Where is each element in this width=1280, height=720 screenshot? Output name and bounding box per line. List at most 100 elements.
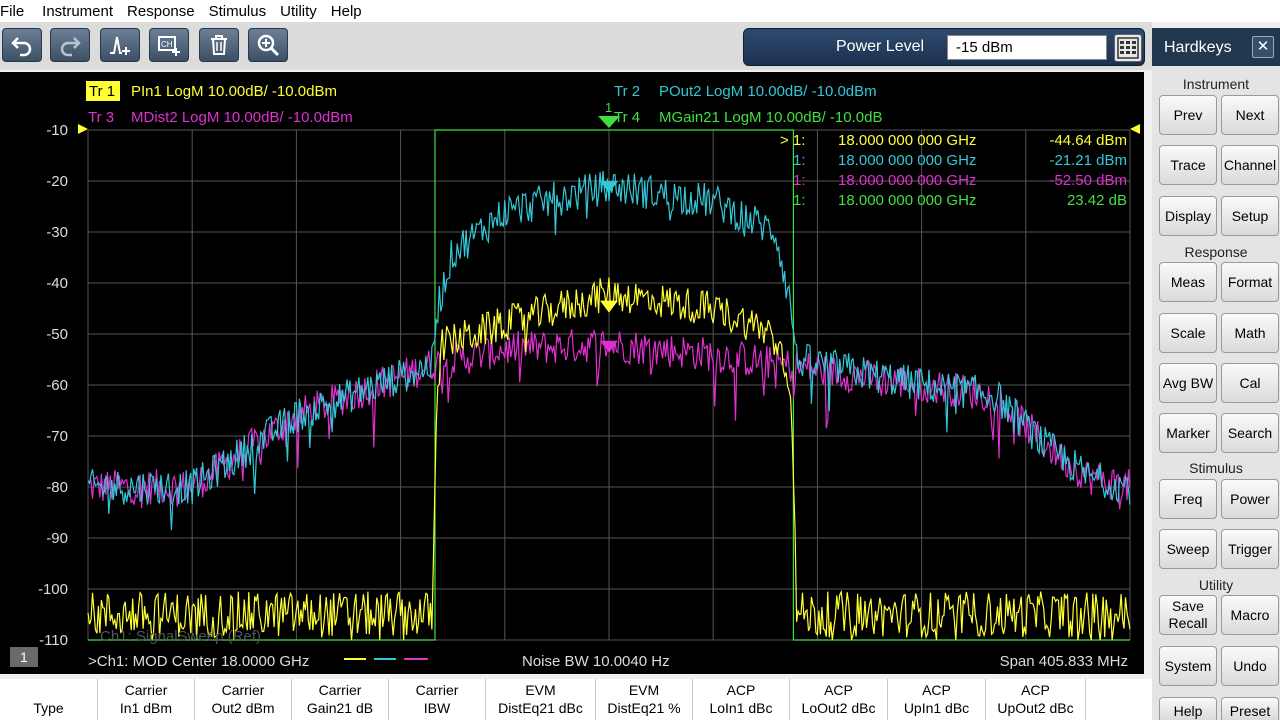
display-button[interactable]: Display [1159, 196, 1217, 236]
column-header-line1: ACP [1021, 682, 1050, 698]
hardkeys-header: Hardkeys ✕ [1152, 28, 1280, 66]
save-recall-button[interactable]: Save Recall [1159, 595, 1217, 635]
power-level-input[interactable]: -15 dBm [947, 35, 1107, 60]
status-center[interactable]: >Ch1: MOD Center 18.0000 GHz [88, 653, 309, 670]
tr2-label[interactable]: POut2 LogM 10.00dB/ -10.0dBm [659, 83, 877, 100]
table-column-header[interactable]: ACP UpIn1 dBc [888, 679, 986, 720]
scale-button[interactable]: Scale [1159, 313, 1217, 353]
svg-text:CH: CH [161, 40, 173, 49]
tr2-id[interactable]: Tr 2 [614, 83, 640, 100]
marker-readout-2-id: 1: [793, 152, 806, 169]
section-stimulus: Stimulus [1189, 460, 1243, 476]
menu-help[interactable]: Help [331, 3, 368, 20]
menu-response[interactable]: Response [127, 3, 201, 20]
freq-button[interactable]: Freq [1159, 479, 1217, 519]
table-column-header[interactable]: ACP LoOut2 dBc [790, 679, 888, 720]
redo-icon [60, 37, 81, 57]
channel-badge-label: 1 [20, 649, 28, 665]
table-column-header[interactable]: Carrier Gain21 dB [292, 679, 389, 720]
marker-button[interactable]: Marker [1159, 413, 1217, 453]
column-header-line1 [0, 681, 97, 699]
marker-readout-4-value: 23.42 dB [1067, 192, 1127, 209]
undo-icon [11, 37, 32, 57]
channel-button[interactable]: Channel [1221, 145, 1279, 185]
close-icon[interactable]: ✕ [1252, 36, 1274, 58]
hardkeys-title: Hardkeys [1164, 39, 1232, 56]
column-header-line1: Carrier [415, 682, 459, 698]
cal-button[interactable]: Cal [1221, 363, 1279, 403]
channel-add-button[interactable]: CH [149, 28, 189, 62]
menu-file[interactable]: File [0, 3, 30, 20]
zoom-button[interactable] [248, 28, 288, 62]
avg-bw-button[interactable]: Avg BW [1159, 363, 1217, 403]
y-tick-label: -50 [46, 326, 68, 343]
save-recall-label-2: Recall [1168, 615, 1208, 631]
table-column-header[interactable]: ACP UpOut2 dBc [986, 679, 1086, 720]
table-column-header[interactable]: Type [0, 679, 98, 720]
column-header-line1: ACP [726, 682, 756, 698]
macro-button[interactable]: Macro [1221, 595, 1279, 635]
tr4-label[interactable]: MGain21 LogM 10.00dB/ -10.0dB [659, 109, 882, 126]
power-level-label: Power Level [836, 38, 925, 55]
trace-plot[interactable]: -10 -20 -30 -40 -50 -60 -70 -80 -90 -100 -110 Tr 1… [0, 72, 1144, 674]
math-button[interactable]: Math [1221, 313, 1279, 353]
column-header-line1: Carrier [318, 682, 362, 698]
measurement-display[interactable]: -10 -20 -30 -40 -50 -60 -70 -80 -90 -100 -110 Tr 1… [0, 72, 1144, 674]
redo-button[interactable] [50, 28, 90, 62]
y-tick-label: -30 [46, 224, 68, 241]
marker-top-label: 1 [605, 100, 612, 115]
trace-button[interactable]: Trace [1159, 145, 1217, 185]
y-tick-label: -20 [46, 173, 68, 190]
system-button[interactable]: System [1159, 646, 1217, 686]
y-tick-label: -60 [46, 377, 68, 394]
column-header-line2: LoIn1 dBc [709, 700, 773, 716]
meas-button[interactable]: Meas [1159, 262, 1217, 302]
y-tick-label: -10 [46, 122, 68, 139]
tr3-id[interactable]: Tr 3 [88, 109, 114, 126]
sweep-button[interactable]: Sweep [1159, 529, 1217, 569]
left-ref-arrow [78, 124, 88, 134]
undo-hardkey-button[interactable]: Undo [1221, 646, 1279, 686]
status-noise-bw[interactable]: Noise BW 10.0040 Hz [522, 653, 670, 670]
results-table-header: Type Carrier In1 dBm Carrier Out2 dBm Carrier… [0, 679, 1152, 720]
table-column-header[interactable]: ACP LoIn1 dBc [693, 679, 790, 720]
trigger-button[interactable]: Trigger [1221, 529, 1279, 569]
format-button[interactable]: Format [1221, 262, 1279, 302]
tr3-label[interactable]: MDist2 LogM 10.00dB/ -10.0dBm [131, 109, 353, 126]
table-column-header[interactable]: EVM DistEq21 % [596, 679, 693, 720]
next-button[interactable]: Next [1221, 95, 1279, 135]
undo-button[interactable] [2, 28, 42, 62]
status-span[interactable]: Span 405.833 MHz [1000, 653, 1128, 670]
menu-utility[interactable]: Utility [280, 3, 323, 20]
marker-tr1[interactable] [600, 300, 618, 313]
marker-readout-1-id: > 1: [780, 132, 805, 149]
setup-button[interactable]: Setup [1221, 196, 1279, 236]
menu-instrument[interactable]: Instrument [42, 3, 119, 20]
table-column-header[interactable]: Carrier IBW [389, 679, 486, 720]
preset-button[interactable]: Preset [1221, 697, 1279, 720]
marker-readout-4-id: 1: [793, 192, 806, 209]
column-header-line2: LoOut2 dBc [801, 700, 876, 716]
section-response: Response [1184, 244, 1248, 260]
keypad-icon [1117, 37, 1139, 59]
keypad-button[interactable] [1114, 34, 1142, 62]
y-tick-label: -80 [46, 479, 68, 496]
table-column-header[interactable]: Carrier Out2 dBm [195, 679, 292, 720]
table-column-header[interactable]: EVM DistEq21 dBc [486, 679, 596, 720]
tr1-label[interactable]: PIn1 LogM 10.00dB/ -10.0dBm [131, 83, 337, 100]
help-button[interactable]: Help [1159, 697, 1217, 720]
prev-button[interactable]: Prev [1159, 95, 1217, 135]
marker-add-button[interactable] [100, 28, 140, 62]
section-instrument: Instrument [1182, 76, 1250, 92]
column-header-line1: EVM [525, 682, 556, 698]
marker-readout-1-value: -44.64 dBm [1049, 132, 1127, 149]
delete-button[interactable] [199, 28, 239, 62]
menu-stimulus[interactable]: Stimulus [209, 3, 273, 20]
table-column-header[interactable]: Carrier In1 dBm [98, 679, 195, 720]
marker-readout-2-freq: 18.000 000 000 GHz [838, 152, 976, 169]
section-utility: Utility [1198, 577, 1234, 593]
marker-tr2[interactable] [600, 181, 618, 194]
power-button[interactable]: Power [1221, 479, 1279, 519]
search-button[interactable]: Search [1221, 413, 1279, 453]
tr1-id[interactable]: Tr 1 [89, 83, 115, 100]
